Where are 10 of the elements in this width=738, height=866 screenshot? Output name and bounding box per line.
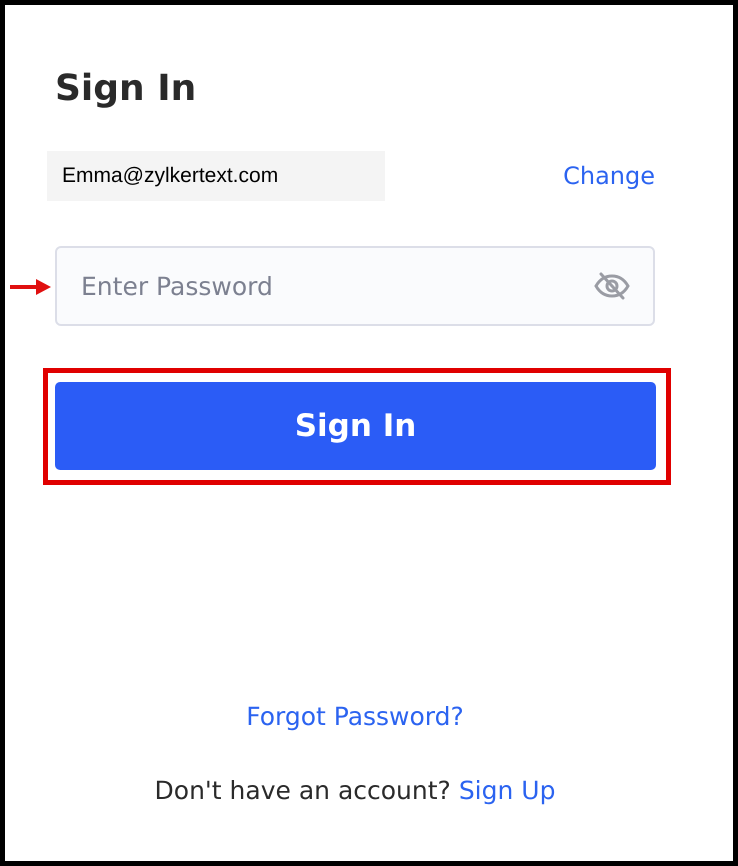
sign-in-button[interactable]: Sign In [55,382,656,470]
password-field[interactable]: Enter Password [55,246,655,326]
sign-up-link[interactable]: Sign Up [458,772,556,809]
forgot-password-link[interactable]: Forgot Password? [246,698,464,736]
page-title: Sign In [55,67,196,111]
annotation-arrow [10,278,52,296]
change-link[interactable]: Change [563,158,655,194]
eye-slash-icon[interactable] [593,271,631,301]
signup-prompt: Don't have an account? [154,774,451,806]
email-display: Emma@zylkertext.com [47,151,385,201]
